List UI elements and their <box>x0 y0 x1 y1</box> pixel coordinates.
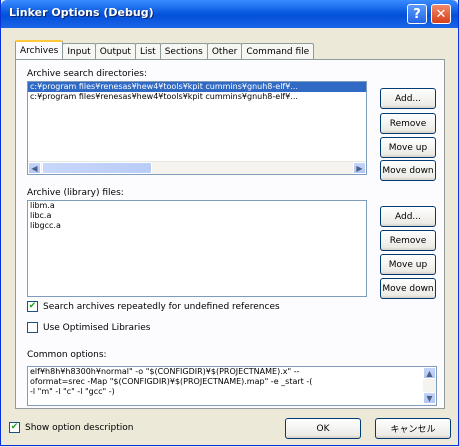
scroll-left-button[interactable]: ◀ <box>28 162 41 174</box>
arrow-right-icon: ▶ <box>356 163 363 173</box>
dialog-title: Linker Options (Debug) <box>9 6 154 19</box>
common-options-vscroll[interactable]: ▲ ▼ <box>423 367 436 405</box>
tab-list[interactable]: List <box>134 43 161 60</box>
common-options-label: Common options: <box>27 350 107 360</box>
common-options-line: oformat=srec -Map "$(CONFIGDIR)¥$(PROJEC… <box>30 377 313 386</box>
tab-command-file[interactable]: Command file <box>241 43 315 60</box>
check-icon: ✔ <box>28 301 37 311</box>
files-remove-button[interactable]: Remove <box>380 230 436 251</box>
tab-input[interactable]: Input <box>62 43 96 60</box>
list-item[interactable]: libc.a <box>28 211 366 221</box>
list-item[interactable]: c:¥program files¥renesas¥hew4¥tools¥kpit… <box>28 82 366 92</box>
scroll-up-button[interactable]: ▲ <box>423 367 436 379</box>
tab-strip: Archives Input Output List Sections Othe… <box>15 40 315 60</box>
search-repeatedly-checkbox[interactable]: ✔ Search archives repeatedly for undefin… <box>27 301 280 312</box>
cancel-button[interactable]: キャンセル <box>375 418 451 439</box>
use-optimised-checkbox[interactable]: Use Optimised Libraries <box>27 322 150 333</box>
linker-options-dialog: Linker Options (Debug) ? ✕ Archives Inpu… <box>0 0 459 446</box>
checkbox-box[interactable] <box>27 322 38 333</box>
scroll-right-button[interactable]: ▶ <box>353 162 366 174</box>
help-button[interactable]: ? <box>407 4 427 24</box>
checkbox-box[interactable]: ✔ <box>9 422 20 433</box>
arrow-left-icon: ◀ <box>31 163 38 173</box>
title-bar[interactable]: Linker Options (Debug) ? ✕ <box>1 0 458 28</box>
archive-files-list[interactable]: libm.a libc.a libgcc.a <box>27 200 367 297</box>
files-move-down-button[interactable]: Move down <box>380 278 436 299</box>
tab-archives[interactable]: Archives <box>15 40 64 59</box>
archive-dirs-hscroll[interactable]: ◀ ▶ <box>28 161 366 174</box>
arrow-up-icon: ▲ <box>426 368 433 378</box>
list-item[interactable]: libm.a <box>28 201 366 211</box>
ok-button[interactable]: OK <box>285 418 361 439</box>
tab-sections[interactable]: Sections <box>159 43 208 60</box>
list-item[interactable]: libgcc.a <box>28 221 366 231</box>
files-move-up-button[interactable]: Move up <box>380 254 436 275</box>
list-item[interactable]: c:¥program files¥renesas¥hew4¥tools¥kpit… <box>28 92 366 102</box>
dirs-add-button[interactable]: Add... <box>380 88 436 109</box>
scroll-down-button[interactable]: ▼ <box>423 392 436 404</box>
common-options-text[interactable]: elf¥h8h¥h8300h¥normal" -o "$(CONFIGDIR)¥… <box>27 366 437 406</box>
archive-files-label: Archive (library) files: <box>27 188 124 198</box>
checkbox-box[interactable]: ✔ <box>27 301 38 312</box>
help-icon: ? <box>413 6 421 22</box>
archive-dirs-label: Archive search directories: <box>27 69 147 79</box>
dirs-move-down-button[interactable]: Move down <box>380 160 436 181</box>
dirs-remove-button[interactable]: Remove <box>380 113 436 134</box>
archive-dirs-list[interactable]: c:¥program files¥renesas¥hew4¥tools¥kpit… <box>27 81 367 175</box>
close-icon: ✕ <box>435 6 447 22</box>
show-description-checkbox[interactable]: ✔ Show option description <box>9 422 134 433</box>
show-description-label: Show option description <box>25 422 134 433</box>
tab-other[interactable]: Other <box>206 43 243 60</box>
check-icon: ✔ <box>10 422 19 432</box>
arrow-down-icon: ▼ <box>426 393 433 403</box>
dirs-move-up-button[interactable]: Move up <box>380 137 436 158</box>
use-optimised-label: Use Optimised Libraries <box>43 322 151 333</box>
common-options-line: elf¥h8h¥h8300h¥normal" -o "$(CONFIGDIR)¥… <box>30 367 300 376</box>
close-button[interactable]: ✕ <box>431 4 451 24</box>
common-options-line: -l "m" -l "c" -l "gcc" -) <box>30 387 115 396</box>
tab-output[interactable]: Output <box>94 43 136 60</box>
search-repeatedly-label: Search archives repeatedly for undefined… <box>43 301 280 312</box>
scroll-thumb[interactable] <box>42 162 152 174</box>
files-add-button[interactable]: Add... <box>380 206 436 227</box>
archives-panel: Archive search directories: c:¥program f… <box>15 59 445 409</box>
